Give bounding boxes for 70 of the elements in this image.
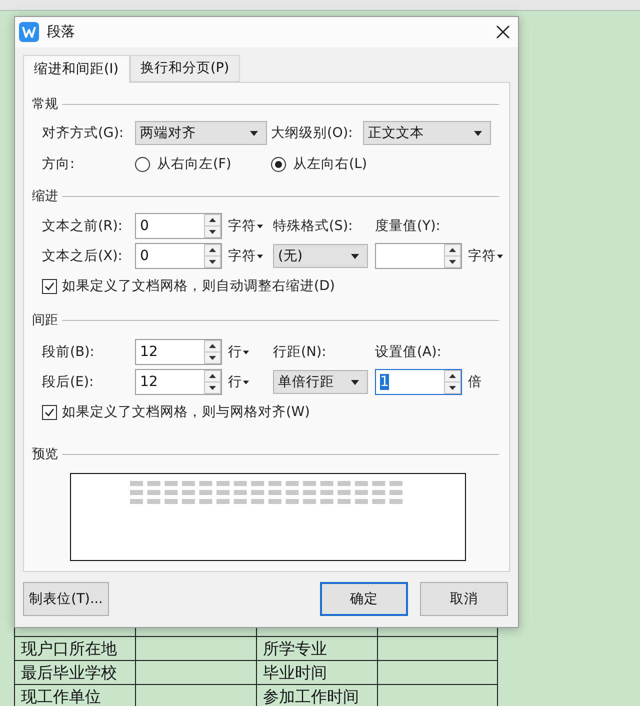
field-label: 文本之后(X): bbox=[42, 247, 124, 265]
field-label: 对齐方式(G): bbox=[42, 124, 125, 142]
caret-icon bbox=[351, 380, 359, 384]
radio-label: 从右向左(F) bbox=[157, 155, 232, 173]
radio-label: 从左向右(L) bbox=[293, 155, 368, 173]
spinner-icon[interactable] bbox=[444, 244, 461, 268]
spinner-icon[interactable] bbox=[204, 340, 221, 364]
spin-field[interactable] bbox=[375, 243, 462, 269]
spin-field[interactable]: 12 bbox=[135, 369, 222, 395]
dropdown[interactable]: 两端对齐 bbox=[135, 121, 267, 145]
unit-dropdown[interactable]: 字符 bbox=[228, 217, 263, 235]
window-title: 段落 bbox=[47, 23, 76, 41]
spin-field[interactable]: 0 bbox=[135, 213, 222, 239]
tab[interactable]: 缩进和间距(I) bbox=[23, 55, 130, 83]
checkbox[interactable] bbox=[42, 404, 57, 420]
field-label: 设置值(A): bbox=[375, 343, 442, 361]
caret-icon bbox=[243, 380, 249, 384]
radio-button[interactable] bbox=[135, 156, 150, 172]
section-heading: 缩进 bbox=[32, 188, 58, 205]
field-label: 大纲级别(O): bbox=[271, 124, 354, 142]
close-icon[interactable] bbox=[496, 25, 510, 39]
spinner-icon[interactable] bbox=[204, 370, 221, 394]
dropdown[interactable]: 正文文本 bbox=[363, 121, 491, 145]
caret-icon bbox=[474, 130, 482, 136]
field-label: 特殊格式(S): bbox=[273, 217, 354, 235]
field-label: 方向: bbox=[42, 155, 76, 173]
field-label: 度量值(Y): bbox=[375, 217, 442, 235]
unit-label: 倍 bbox=[468, 373, 482, 391]
dropdown[interactable]: (无) bbox=[273, 244, 368, 268]
spin-field[interactable]: 0 bbox=[135, 243, 222, 269]
app-logo-icon bbox=[19, 22, 39, 42]
unit-dropdown[interactable]: 字符 bbox=[468, 247, 503, 265]
field-label: 段前(B): bbox=[42, 343, 96, 361]
caret-icon bbox=[257, 224, 263, 228]
field-label: 文本之前(R): bbox=[42, 217, 124, 235]
unit-dropdown[interactable]: 行 bbox=[228, 343, 249, 361]
dialog-button[interactable]: 取消 bbox=[420, 582, 508, 616]
unit-dropdown[interactable]: 字符 bbox=[228, 247, 263, 265]
check-icon bbox=[44, 406, 55, 418]
table-cell: 所学专业 bbox=[257, 637, 378, 661]
spinner-icon[interactable] bbox=[204, 214, 221, 238]
section-heading: 间距 bbox=[32, 312, 58, 329]
table-cell: 最后毕业学校 bbox=[15, 661, 136, 685]
table-cell: 毕业时间 bbox=[257, 661, 378, 685]
field-label: 段后(E): bbox=[42, 373, 95, 391]
caret-icon bbox=[497, 254, 503, 258]
checkbox-label: 如果定义了文档网格，则自动调整右缩进(D) bbox=[62, 277, 335, 295]
section-heading: 预览 bbox=[32, 446, 58, 463]
field-label: 行距(N): bbox=[273, 343, 328, 361]
unit-dropdown[interactable]: 行 bbox=[228, 373, 249, 391]
caret-icon bbox=[243, 350, 249, 354]
checkbox-label: 如果定义了文档网格，则与网格对齐(W) bbox=[62, 403, 310, 421]
section-heading: 常规 bbox=[32, 96, 58, 113]
table-cell: 现工作单位 bbox=[15, 685, 136, 706]
spinner-icon[interactable] bbox=[204, 244, 221, 268]
caret-icon bbox=[250, 130, 258, 136]
spin-field[interactable]: 1 bbox=[375, 369, 462, 395]
caret-icon bbox=[257, 254, 263, 258]
radio-button[interactable] bbox=[271, 156, 286, 172]
tab[interactable]: 换行和分页(P) bbox=[130, 55, 240, 82]
dropdown[interactable]: 单倍行距 bbox=[273, 370, 368, 394]
spin-field[interactable]: 12 bbox=[135, 339, 222, 365]
dialog-button[interactable]: 确定 bbox=[320, 582, 408, 616]
spinner-icon[interactable] bbox=[444, 370, 461, 394]
table-cell: 参加工作时间 bbox=[257, 685, 378, 706]
checkbox[interactable] bbox=[42, 278, 57, 294]
check-icon bbox=[44, 280, 55, 292]
table-cell: 现户口所在地 bbox=[15, 637, 136, 661]
caret-icon bbox=[351, 254, 359, 258]
dialog-button[interactable]: 制表位(T)... bbox=[23, 582, 109, 616]
